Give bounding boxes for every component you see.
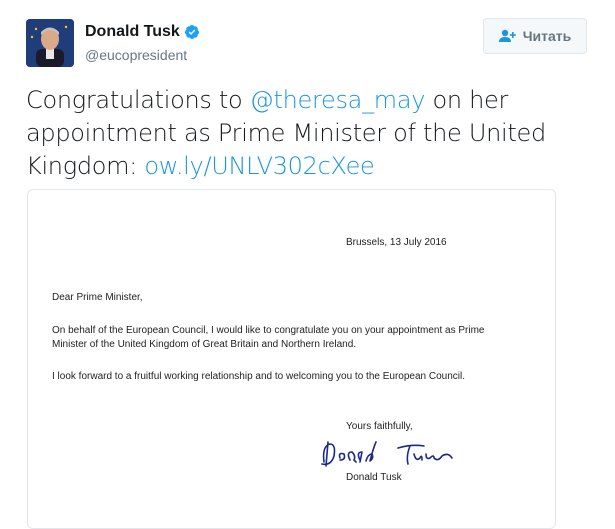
letter-date: Brussels, 13 July 2016 [346,237,447,248]
handwritten-signature-icon [321,441,453,467]
verified-badge-icon [184,24,200,40]
follow-user-icon [498,29,517,43]
mention-link[interactable]: @theresa_may [250,86,426,114]
profile-name[interactable]: Donald Tusk [85,23,180,41]
letter-salutation: Dear Prime Minister, [52,292,143,303]
attached-image-card[interactable]: Brussels, 13 July 2016 Dear Prime Minist… [27,189,556,529]
url-link[interactable]: ow.ly/UNLV302cXee [144,152,374,180]
letter-closing: Yours faithfully, [346,421,413,432]
follow-button-label: Читать [522,28,572,44]
letter-paragraph-1: On behalf of the European Council, I wou… [52,325,485,350]
tweet-text: Congratulations to @theresa_may on her a… [26,84,596,183]
profile-name-row: Donald Tusk [85,23,200,41]
profile-handle[interactable]: @eucopresident [85,47,187,63]
letter-signer: Donald Tusk [346,472,402,483]
letter-paragraph-2: I look forward to a fruitful working rel… [52,371,466,382]
avatar-photo-icon [26,19,74,67]
letter-image: Brussels, 13 July 2016 Dear Prime Minist… [28,190,555,528]
tweet-text-start: Congratulations to [26,86,250,114]
avatar[interactable] [26,19,74,67]
follow-button[interactable]: Читать [483,18,587,54]
